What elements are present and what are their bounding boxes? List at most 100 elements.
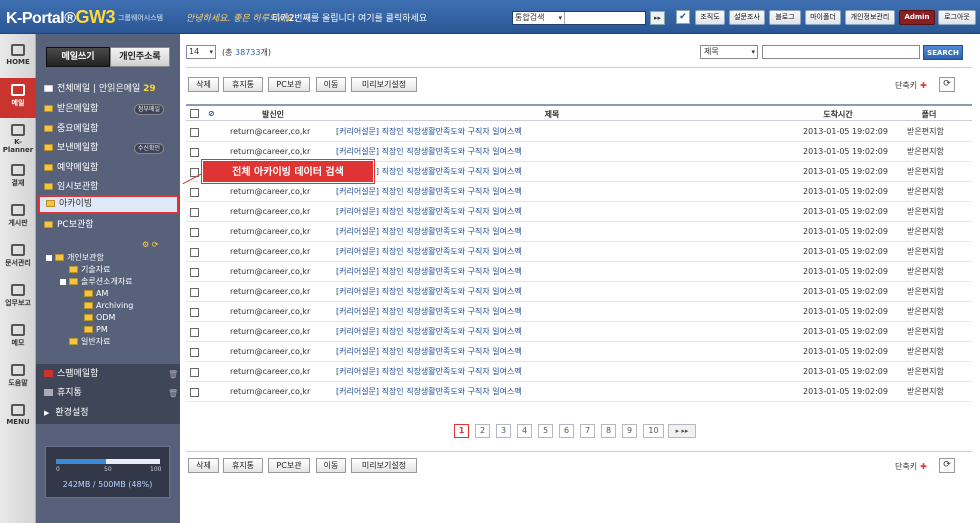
nav-approval[interactable]: 결재 [0,158,36,198]
logo[interactable]: K-Portal®GW3 [6,7,116,28]
table-row[interactable]: return@career,co,kr [커리어설문] 직장인 직장생활만족도와 … [186,262,972,282]
tree-root[interactable]: 개인보관함 [46,252,104,263]
sidebar-item-inbox[interactable]: 받은메일함 첨부메일 [44,101,172,118]
row-sender[interactable]: return@career,co,kr [230,202,310,222]
collapse-icon[interactable] [60,278,66,285]
row-sender[interactable]: return@career,co,kr [230,142,310,162]
row-sender[interactable]: return@career,co,kr [230,242,310,262]
tree-item-archiving[interactable]: Archiving [84,300,133,311]
search-input[interactable] [762,45,920,59]
page-link[interactable]: 4 [517,424,532,438]
row-checkbox[interactable] [190,288,199,297]
nav-mail[interactable]: 메일 [0,78,36,118]
sidebar-item-settings[interactable]: ▶ 환경설정 [44,405,89,422]
table-row[interactable]: return@career,co,kr [커리어설문] 직장인 직장생활만족도와 … [186,322,972,342]
sidebar-item-unread[interactable]: 안읽은메일 [99,84,140,94]
table-row[interactable]: return@career,co,kr [커리어설문] 직장인 직장생활만족도와 … [186,302,972,322]
ticker-notice[interactable]: 티커2번째를 올립니다 여기를 클릭하세요 [272,11,427,24]
sidebar-item-trash[interactable]: 휴지통 🗑 [44,385,178,402]
row-sender[interactable]: return@career,co,kr [230,342,310,362]
row-sender[interactable]: return@career,co,kr [230,222,310,242]
row-checkbox[interactable] [190,308,199,317]
row-subject[interactable]: [커리어설문] 직장인 직장생활만족도와 구직자 일여스펙 [336,382,522,402]
table-row[interactable]: return@career,co,kr [커리어설문] 직장인 직장생활만족도와 … [186,382,972,402]
page-link[interactable]: 3 [496,424,511,438]
col-sender[interactable]: 발신인 [238,109,308,120]
table-row[interactable]: return@career,co,kr [커리어설문] 직장인 직장생활만족도와 … [186,242,972,262]
refresh-button[interactable]: ⟳ [939,77,955,92]
search-button[interactable]: SEARCH [923,45,963,60]
move-button[interactable]: 이동 [316,458,346,473]
global-search-input[interactable]: 통합검색 [512,11,646,25]
blog-button[interactable]: 블로그 [769,10,801,25]
sidebar-item-all-mail[interactable]: 전체메일 | 안읽은메일 29 [44,81,156,98]
folder-tools[interactable]: ⚙ ⟳ [142,240,168,251]
row-checkbox[interactable] [190,268,199,277]
row-subject[interactable]: [커리어설문] 직장인 직장생활만족도와 구직자 일여스펙 [336,222,522,242]
org-chart-button[interactable]: 조직도 [695,10,725,25]
row-sender[interactable]: return@career,co,kr [230,282,310,302]
tree-item-tech[interactable]: 기술자료 [69,264,110,275]
tree-item-am[interactable]: AM [84,288,108,299]
row-subject[interactable]: [커리어설문] 직장인 직장생활만족도와 구직자 일여스펙 [336,302,522,322]
tree-item-general[interactable]: 일반자료 [69,336,110,347]
col-subject[interactable]: 제목 [522,109,582,120]
row-checkbox[interactable] [190,348,199,357]
col-date[interactable]: 도착시간 [803,109,873,120]
nav-planner[interactable]: K-Planner [0,118,36,158]
refresh-button[interactable]: ⟳ [939,458,955,473]
sidebar-item-pc-store[interactable]: PC보관함 [44,217,94,234]
table-row[interactable]: return@career,co,kr [커리어설문] 직장인 직장생활만족도와 … [186,142,972,162]
row-subject[interactable]: [커리어설문] 직장인 직장생활만족도와 구직자 일여스펙 [336,362,522,382]
shortcut-toggle[interactable]: 단축키 ✚ [895,80,927,91]
row-sender[interactable]: return@career,co,kr [230,322,310,342]
table-row[interactable]: return@career,co,kr [커리어설문] 직장인 직장생활만족도와 … [186,282,972,302]
nav-documents[interactable]: 문서관리 [0,238,36,278]
row-subject[interactable]: [커리어설문] 직장인 직장생활만족도와 구직자 일여스펙 [336,122,522,142]
row-checkbox[interactable] [190,368,199,377]
row-sender[interactable]: return@career,co,kr [230,182,310,202]
row-subject[interactable]: [커리어설문] 직장인 직장생활만족도와 구직자 일여스펙 [336,322,522,342]
search-scope-select[interactable]: 통합검색 [513,12,565,24]
global-search-button[interactable]: ▸▸ [650,11,665,25]
shortcut-toggle[interactable]: 단축키 ✚ [895,461,927,472]
row-checkbox[interactable] [190,148,199,157]
row-subject[interactable]: [커리어설문] 직장인 직장생활만족도와 구직자 일여스펙 [336,182,522,202]
collapse-icon[interactable] [46,254,52,261]
profile-button[interactable]: 개인정보관리 [845,10,895,25]
row-sender[interactable]: return@career,co,kr [230,262,310,282]
empty-trash-icon[interactable]: 🗑 [168,366,178,383]
page-link[interactable]: 6 [559,424,574,438]
delete-button[interactable]: 삭제 [188,77,219,92]
page-link[interactable]: 2 [475,424,490,438]
pc-store-button[interactable]: PC보관 [268,77,310,92]
row-subject[interactable]: [커리어설문] 직장인 직장생활만족도와 구직자 일여스펙 [336,202,522,222]
table-row[interactable]: return@career,co,kr [커리어설문] 직장인 직장생활만족도와 … [186,342,972,362]
row-checkbox[interactable] [190,188,199,197]
tree-item-pm[interactable]: PM [84,324,108,335]
nav-home[interactable]: HOME [0,38,36,78]
empty-trash-icon[interactable]: 🗑 [168,385,178,402]
row-sender[interactable]: return@career,co,kr [230,302,310,322]
page-link[interactable]: 5 [538,424,553,438]
move-button[interactable]: 이동 [316,77,346,92]
page-link[interactable]: 10 [643,424,664,438]
sidebar-item-archive[interactable]: 아카이빙 [38,195,179,214]
sidebar-item-important[interactable]: 중요메일함 [44,121,98,138]
read-receipt-badge[interactable]: 수신확인 [133,143,164,154]
table-row[interactable]: return@career,co,kr [커리어설문] 직장인 직장생활만족도와 … [186,122,972,142]
compose-button[interactable]: 메일쓰기 [46,47,110,67]
page-link[interactable]: 1 [454,424,469,438]
row-subject[interactable]: [커리어설문] 직장인 직장생활만족도와 구직자 일여스펙 [336,342,522,362]
preview-settings-button[interactable]: 미리보기설정 [351,458,417,473]
check-icon[interactable]: ✔ [676,10,690,24]
tree-item-odm[interactable]: ODM [84,312,115,323]
select-all-checkbox[interactable] [190,109,199,118]
row-checkbox[interactable] [190,128,199,137]
search-field-select[interactable]: 제목 [700,45,758,59]
table-row[interactable]: return@career,co,kr [커리어설문] 직장인 직장생활만족도와 … [186,222,972,242]
pc-store-button[interactable]: PC보관 [268,458,310,473]
nav-memo[interactable]: 메모 [0,318,36,358]
row-sender[interactable]: return@career,co,kr [230,382,310,402]
sidebar-item-spam[interactable]: 스팸메일함 🗑 [44,366,178,383]
